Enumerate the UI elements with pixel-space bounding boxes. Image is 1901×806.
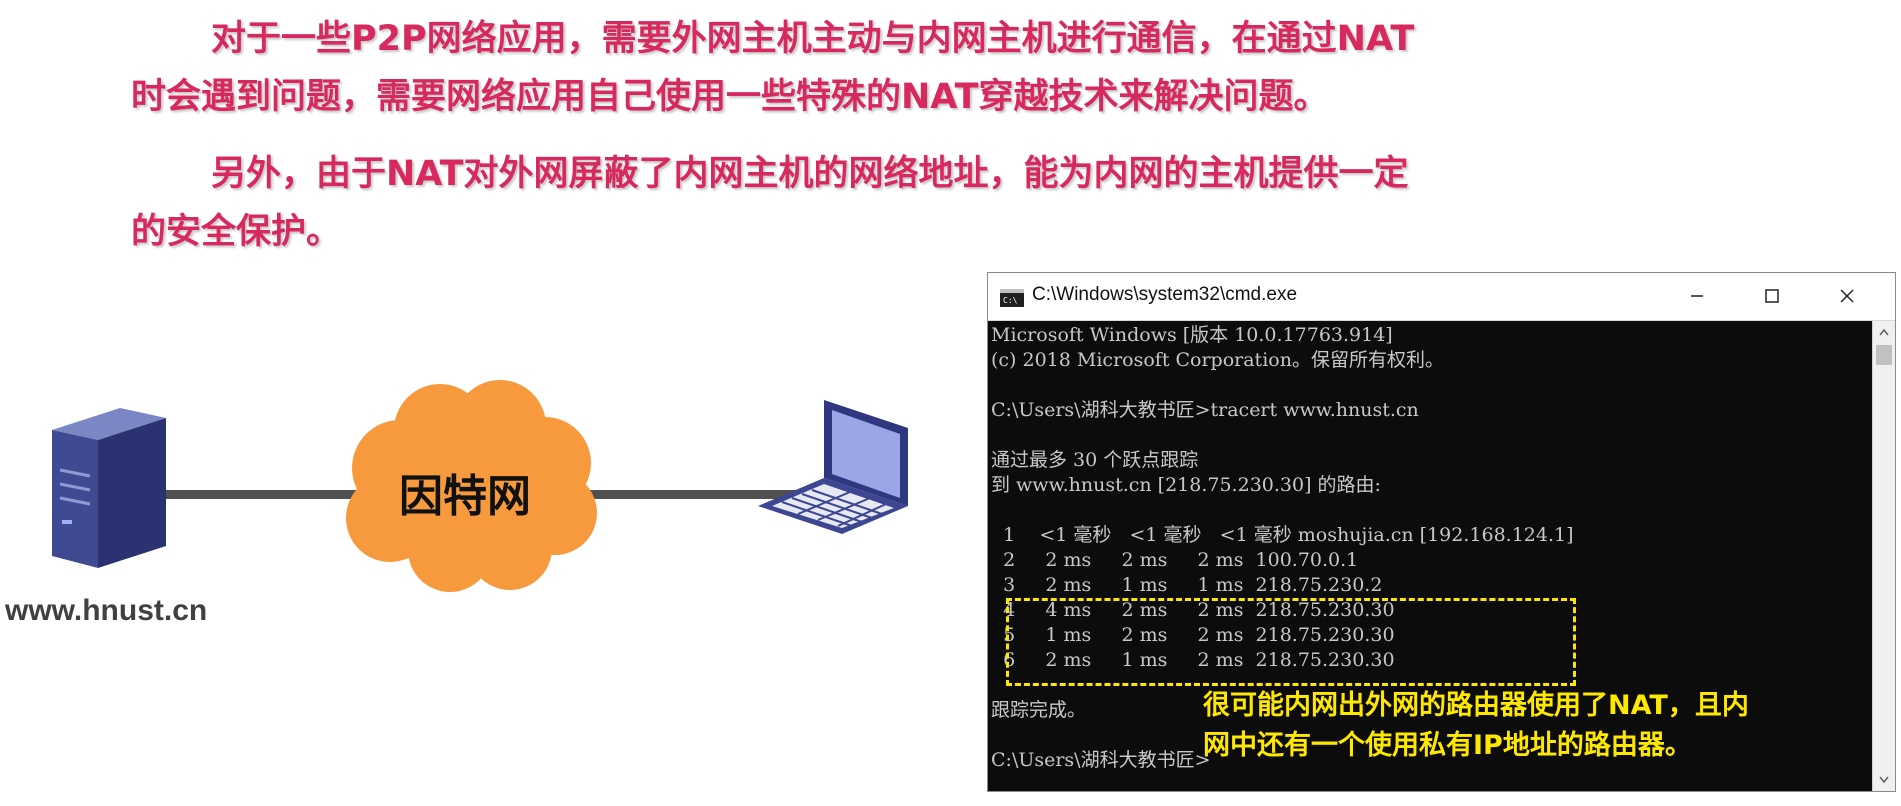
maximize-button[interactable] xyxy=(1736,273,1808,319)
close-icon xyxy=(1840,289,1854,303)
internet-cloud-label: 因特网 xyxy=(399,471,531,522)
scroll-down-arrow-icon[interactable] xyxy=(1873,769,1895,791)
paragraph-line: 时会遇到问题，需要网络应用自己使用一些特殊的NAT穿越技术来解决问题。 xyxy=(131,77,1329,117)
paragraph-line: 对于一些P2P网络应用，需要外网主机主动与内网主机进行通信，在通过NAT xyxy=(211,19,1415,59)
maximize-icon xyxy=(1765,289,1779,303)
console-line: 跟踪完成。 xyxy=(991,699,1087,721)
scroll-up-arrow-icon[interactable] xyxy=(1873,321,1895,343)
hops-highlight-box xyxy=(1006,598,1576,686)
console-line: 1 <1 毫秒 <1 毫秒 <1 毫秒 moshujia.cn [192.168… xyxy=(991,524,1574,546)
console-line: C:\Users\湖科大教书匠>tracert www.hnust.cn xyxy=(991,399,1419,421)
intro-paragraph-security: 另外，由于NAT对外网屏蔽了内网主机的网络地址，能为内网的主机提供一定 的安全保… xyxy=(131,145,1551,261)
console-line: 到 www.hnust.cn [218.75.230.30] 的路由: xyxy=(991,474,1381,496)
server-tower-icon xyxy=(48,400,170,574)
close-button[interactable] xyxy=(1811,273,1883,319)
vertical-scrollbar[interactable] xyxy=(1872,321,1895,791)
cmd-app-icon: C:\ xyxy=(1000,289,1024,311)
window-title: C:\Windows\system32\cmd.exe xyxy=(1032,284,1298,305)
window-titlebar[interactable]: C:\ C:\Windows\system32\cmd.exe xyxy=(988,273,1895,321)
nat-annotation: 很可能内网出外网的路由器使用了NAT，且内 网中还有一个使用私有IP地址的路由器… xyxy=(1203,686,1843,766)
paragraph-line: 另外，由于NAT对外网屏蔽了内网主机的网络地址，能为内网的主机提供一定 xyxy=(211,154,1409,194)
paragraph-line: 的安全保护。 xyxy=(131,212,342,252)
minimize-icon xyxy=(1691,295,1703,297)
console-prompt-line: C:\Users\湖科大教书匠> xyxy=(991,749,1211,771)
annotation-line: 很可能内网出外网的路由器使用了NAT，且内 xyxy=(1203,690,1749,721)
svg-text:C:\: C:\ xyxy=(1003,296,1018,305)
console-line: 通过最多 30 个跃点跟踪 xyxy=(991,449,1199,471)
annotation-line: 网中还有一个使用私有IP地址的路由器。 xyxy=(1203,730,1692,761)
console-line: 2 2 ms 2 ms 2 ms 100.70.0.1 xyxy=(991,549,1359,571)
server-hostname-label: www.hnust.cn xyxy=(5,594,208,627)
console-line: (c) 2018 Microsoft Corporation。保留所有权利。 xyxy=(991,349,1444,371)
console-line: 3 2 ms 1 ms 1 ms 218.75.230.2 xyxy=(991,574,1383,596)
scroll-thumb[interactable] xyxy=(1876,345,1892,365)
minimize-button[interactable] xyxy=(1661,273,1733,319)
laptop-icon xyxy=(758,396,916,540)
intro-paragraph-p2p: 对于一些P2P网络应用，需要外网主机主动与内网主机进行通信，在通过NAT 时会遇… xyxy=(131,10,1551,126)
console-line: Microsoft Windows [版本 10.0.17763.914] xyxy=(991,324,1393,346)
